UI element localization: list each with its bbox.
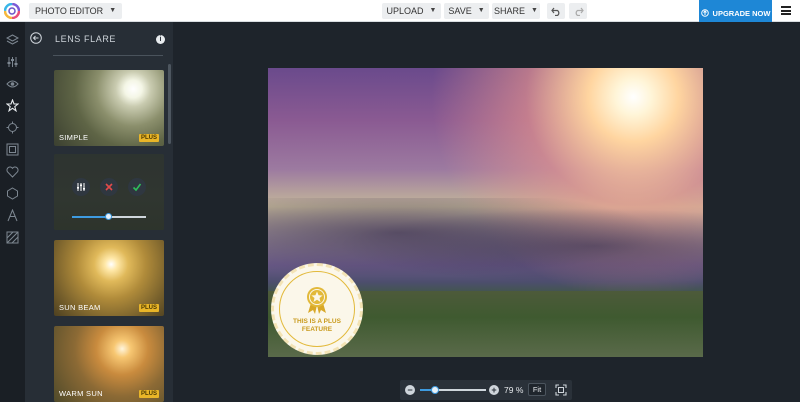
zoom-slider-handle[interactable] bbox=[430, 386, 439, 394]
sliders-icon bbox=[77, 183, 85, 191]
tool-rail bbox=[0, 22, 25, 402]
effect-tile-sun-beam[interactable]: SUN BEAM PLUS bbox=[54, 240, 164, 316]
tile-label: SIMPLE bbox=[59, 133, 89, 142]
panel-title: LENS FLARE bbox=[55, 34, 117, 44]
eye-icon[interactable] bbox=[5, 76, 20, 91]
fullscreen-icon[interactable] bbox=[555, 384, 567, 396]
zoom-in-icon[interactable]: + bbox=[489, 385, 499, 395]
upload-button[interactable]: UPLOAD ▼ bbox=[382, 3, 441, 19]
zoom-out-icon[interactable]: − bbox=[405, 385, 415, 395]
back-arrow-icon[interactable] bbox=[30, 32, 42, 44]
redo-icon bbox=[575, 7, 584, 16]
plus-feature-seal[interactable]: THIS IS A PLUS FEATURE bbox=[271, 263, 363, 355]
divider bbox=[53, 55, 163, 56]
checkmark-icon bbox=[132, 183, 142, 192]
effect-tile-simple[interactable]: SIMPLE PLUS bbox=[54, 70, 164, 146]
plus-badge: PLUS bbox=[138, 390, 159, 398]
chevron-down-icon: ▼ bbox=[531, 7, 538, 14]
save-button[interactable]: SAVE ▼ bbox=[444, 3, 489, 19]
text-icon[interactable] bbox=[5, 208, 20, 223]
hamburger-menu-icon[interactable] bbox=[781, 6, 791, 15]
shape-icon[interactable] bbox=[5, 186, 20, 201]
effect-tile-warm-sun[interactable]: WARM SUN PLUS bbox=[54, 326, 164, 402]
seal-text: THIS IS A PLUS FEATURE bbox=[293, 317, 341, 333]
frame-icon[interactable] bbox=[5, 142, 20, 157]
top-toolbar: PHOTO EDITOR ▼ UPLOAD ▼ SAVE ▼ SHARE ▼ U… bbox=[0, 0, 800, 26]
plus-badge: PLUS bbox=[138, 134, 159, 142]
slider-handle[interactable] bbox=[105, 213, 112, 220]
tile-label: SUN BEAM bbox=[59, 303, 101, 312]
fit-button[interactable]: Fit bbox=[528, 383, 546, 396]
panel-header: LENS FLARE i bbox=[25, 22, 173, 56]
share-button[interactable]: SHARE ▼ bbox=[492, 3, 540, 19]
settings-button[interactable] bbox=[72, 178, 90, 196]
undo-button[interactable] bbox=[547, 3, 565, 19]
undo-icon bbox=[550, 7, 559, 16]
chevron-down-icon: ▼ bbox=[477, 7, 485, 14]
layers-icon[interactable] bbox=[5, 32, 20, 47]
lens-flare-panel: LENS FLARE i SIMPLE PLUS SUN BEAM PLUS W… bbox=[25, 22, 173, 402]
tile-label: WARM SUN bbox=[59, 389, 103, 398]
redo-button[interactable] bbox=[569, 3, 587, 19]
zoom-percent: 79 % bbox=[504, 385, 524, 395]
upgrade-label: UPGRADE NOW bbox=[712, 8, 771, 18]
mode-dropdown[interactable]: PHOTO EDITOR ▼ bbox=[29, 3, 123, 19]
award-ribbon-icon bbox=[307, 286, 327, 314]
heart-icon[interactable] bbox=[5, 164, 20, 179]
adjust-sliders-icon[interactable] bbox=[5, 54, 20, 69]
cancel-button[interactable] bbox=[100, 178, 118, 196]
zoom-slider[interactable] bbox=[420, 389, 486, 391]
chevron-down-icon: ▼ bbox=[429, 7, 437, 14]
info-icon[interactable]: i bbox=[156, 35, 165, 44]
chevron-down-icon: ▼ bbox=[109, 7, 117, 14]
plus-badge: PLUS bbox=[138, 304, 159, 312]
zoom-bar: − + 79 % Fit bbox=[400, 380, 572, 400]
upload-label: UPLOAD bbox=[386, 6, 424, 16]
upgrade-icon bbox=[700, 9, 709, 17]
share-label: SHARE bbox=[494, 6, 526, 16]
panel-scrollbar[interactable] bbox=[168, 64, 171, 144]
save-label: SAVE bbox=[448, 6, 472, 16]
mode-label: PHOTO EDITOR bbox=[35, 6, 104, 16]
app-logo[interactable] bbox=[4, 3, 20, 19]
effect-tile-active[interactable] bbox=[54, 154, 164, 230]
texture-icon[interactable] bbox=[5, 230, 20, 245]
close-icon bbox=[105, 183, 113, 191]
star-icon[interactable] bbox=[5, 98, 20, 113]
effects-icon[interactable] bbox=[5, 120, 20, 135]
apply-button[interactable] bbox=[128, 178, 146, 196]
